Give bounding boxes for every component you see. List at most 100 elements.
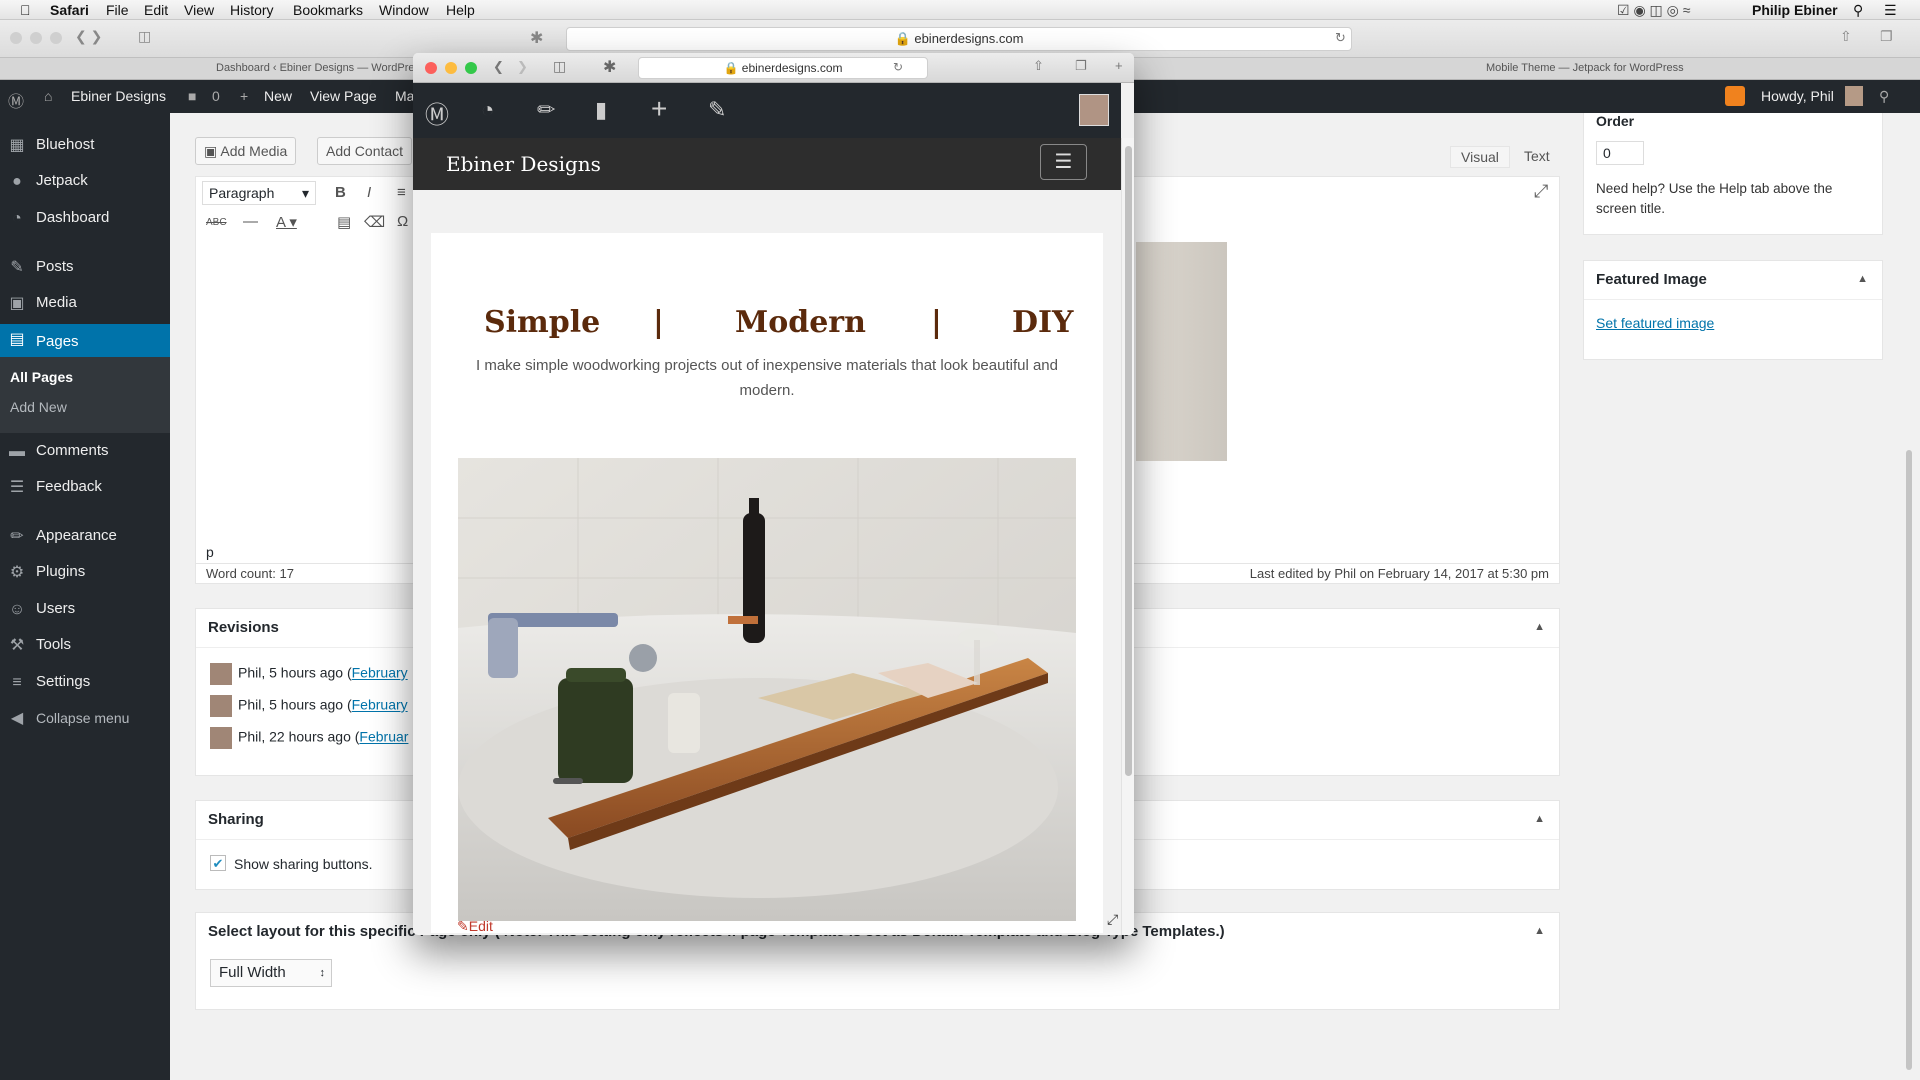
fullscreen-icon[interactable]: ⤢ bbox=[1534, 181, 1548, 202]
editor-image[interactable] bbox=[1136, 242, 1227, 461]
pencil-icon[interactable]: ✎ bbox=[708, 97, 726, 123]
sidebar-item-plugins[interactable]: ⚙ Plugins bbox=[0, 557, 170, 587]
set-featured-image-link[interactable]: Set featured image bbox=[1596, 315, 1714, 331]
strikethrough-icon[interactable]: ABC bbox=[206, 217, 227, 228]
page-scrollbar[interactable] bbox=[1906, 450, 1912, 1070]
sidebar-collapse-menu[interactable]: ◀ Collapse menu bbox=[0, 703, 170, 733]
sidebar-item-feedback[interactable]: ☰ Feedback bbox=[0, 472, 170, 502]
text-color-icon[interactable]: A ▾ bbox=[276, 213, 297, 231]
extension-icon[interactable]: ✱ bbox=[530, 28, 543, 48]
revision-link[interactable]: February bbox=[352, 697, 408, 713]
forward-icon[interactable]: ❯ bbox=[517, 59, 528, 75]
search-icon[interactable]: ⚲ bbox=[1879, 88, 1889, 105]
resize-handle-icon[interactable]: ⤢ bbox=[1107, 911, 1118, 928]
share-icon[interactable]: ⇧ bbox=[1840, 28, 1852, 45]
menu-edit[interactable]: Edit bbox=[144, 2, 168, 18]
status-icons[interactable]: ☑ ◉ ◫ ◎ ≈ bbox=[1617, 2, 1690, 19]
menu-view[interactable]: View bbox=[184, 2, 214, 18]
sidebar-item-media[interactable]: ▣ Media bbox=[0, 288, 170, 318]
zoom-icon[interactable] bbox=[50, 32, 62, 44]
preview-address-bar[interactable]: 🔒 ebinerdesigns.com bbox=[638, 57, 928, 79]
avatar[interactable] bbox=[1079, 94, 1109, 126]
avatar[interactable] bbox=[1845, 86, 1863, 106]
preview-scrollbar[interactable] bbox=[1121, 138, 1134, 935]
dashboard-icon[interactable]: ◔ bbox=[481, 97, 494, 123]
sidebar-item-jetpack[interactable]: ● Jetpack bbox=[0, 166, 170, 196]
tab-visual[interactable]: Visual bbox=[1450, 146, 1510, 168]
menu-history[interactable]: History bbox=[230, 2, 274, 18]
menu-user[interactable]: Philip Ebiner bbox=[1752, 2, 1838, 18]
sharing-checkbox[interactable]: ✔ bbox=[210, 855, 226, 871]
layout-select[interactable]: Full Width ↕ bbox=[210, 959, 332, 987]
tabs-icon[interactable]: ❐ bbox=[1075, 58, 1087, 74]
tab-mobile-theme[interactable]: Mobile Theme — Jetpack for WordPress bbox=[1486, 62, 1684, 74]
sidebar-item-appearance[interactable]: ✏ Appearance bbox=[0, 521, 170, 551]
sidebar-item-pages[interactable]: ▤ Pages bbox=[0, 324, 170, 359]
menu-help[interactable]: Help bbox=[446, 2, 475, 18]
sidebar-item-users[interactable]: ☺ Users bbox=[0, 594, 170, 624]
submenu-add-new[interactable]: Add New bbox=[10, 399, 67, 415]
tabs-icon[interactable]: ❐ bbox=[1880, 28, 1893, 45]
close-icon[interactable] bbox=[10, 32, 22, 44]
toggle-icon[interactable]: ▲ bbox=[1534, 925, 1545, 937]
share-icon[interactable]: ⇧ bbox=[1033, 58, 1044, 74]
omega-icon[interactable]: Ω bbox=[397, 213, 408, 230]
zoom-icon[interactable] bbox=[465, 62, 477, 74]
back-icon[interactable]: ❮ bbox=[493, 59, 504, 75]
adminbar-site-name[interactable]: Ebiner Designs bbox=[71, 88, 166, 104]
toggle-icon[interactable]: ▲ bbox=[1857, 273, 1868, 285]
new-tab-icon[interactable]: + bbox=[1115, 58, 1123, 73]
brush-icon[interactable]: ✏ bbox=[537, 97, 555, 123]
clear-formatting-icon[interactable]: ⌫ bbox=[364, 213, 385, 231]
sidebar-icon[interactable]: ◫ bbox=[553, 58, 566, 75]
submenu-all-pages[interactable]: All Pages bbox=[10, 369, 73, 385]
revision-link[interactable]: Februar bbox=[359, 729, 408, 745]
hamburger-menu-icon[interactable]: ☰ bbox=[1040, 144, 1087, 180]
plus-icon[interactable]: + bbox=[651, 93, 667, 125]
minimize-icon[interactable] bbox=[445, 62, 457, 74]
spotlight-icon[interactable]: ⚲ bbox=[1853, 2, 1863, 19]
adminbar-view-page[interactable]: View Page bbox=[310, 88, 377, 104]
comment-icon[interactable]: ▮ bbox=[595, 97, 607, 123]
address-bar[interactable]: 🔒 ebinerdesigns.com bbox=[566, 27, 1352, 51]
minimize-icon[interactable] bbox=[30, 32, 42, 44]
tab-dashboard[interactable]: Dashboard ‹ Ebiner Designs — WordPre... bbox=[216, 62, 424, 74]
sidebar-item-comments[interactable]: ▬ Comments bbox=[0, 436, 170, 466]
wordpress-logo-icon[interactable]: Ⓜ bbox=[8, 88, 24, 112]
sidebar-item-posts[interactable]: ✎ Posts bbox=[0, 252, 170, 282]
horizontal-line-icon[interactable]: — bbox=[243, 213, 258, 230]
wordpress-logo-icon[interactable]: Ⓜ bbox=[425, 95, 449, 130]
italic-icon[interactable]: I bbox=[367, 184, 371, 201]
bold-icon[interactable]: B bbox=[335, 184, 346, 201]
menu-file[interactable]: File bbox=[106, 2, 129, 18]
extension-icon[interactable]: ✱ bbox=[603, 57, 616, 77]
back-icon[interactable]: ❮ ❯ bbox=[75, 28, 102, 45]
sidebar-item-bluehost[interactable]: ▦ Bluehost bbox=[0, 130, 170, 160]
add-contact-button[interactable]: Add Contact bbox=[317, 137, 413, 165]
paste-text-icon[interactable]: ▤ bbox=[337, 213, 351, 231]
toggle-icon[interactable]: ▲ bbox=[1534, 813, 1545, 825]
format-select[interactable]: Paragraph ▾ bbox=[202, 181, 316, 205]
comment-icon[interactable]: ■ bbox=[188, 88, 196, 104]
tab-text[interactable]: Text bbox=[1524, 148, 1550, 164]
toggle-icon[interactable]: ▲ bbox=[1534, 621, 1545, 633]
revision-link[interactable]: February bbox=[352, 665, 408, 681]
adminbar-comment-count[interactable]: 0 bbox=[212, 88, 220, 104]
notifications-icon[interactable] bbox=[1725, 86, 1745, 106]
sidebar-item-tools[interactable]: ⚒ Tools bbox=[0, 630, 170, 660]
add-media-button[interactable]: ▣ Add Media bbox=[195, 137, 297, 165]
adminbar-howdy[interactable]: Howdy, Phil bbox=[1761, 88, 1834, 104]
adminbar-new[interactable]: New bbox=[264, 88, 292, 104]
notification-center-icon[interactable]: ☰ bbox=[1884, 2, 1897, 19]
adminbar-truncated-item[interactable]: Ma bbox=[395, 88, 414, 104]
menu-bookmarks[interactable]: Bookmarks bbox=[293, 2, 363, 18]
apple-icon[interactable]:  bbox=[20, 2, 31, 18]
reload-icon[interactable]: ↻ bbox=[893, 60, 903, 74]
menu-window[interactable]: Window bbox=[379, 2, 429, 18]
preview-site-title[interactable]: Ebiner Designs bbox=[446, 152, 601, 176]
bullet-list-icon[interactable]: ≡ bbox=[397, 184, 406, 201]
sidebar-icon[interactable]: ◫ bbox=[138, 28, 151, 45]
close-icon[interactable] bbox=[425, 62, 437, 74]
reload-icon[interactable]: ↻ bbox=[1335, 30, 1346, 46]
preview-scrollbar-thumb[interactable] bbox=[1125, 146, 1132, 776]
